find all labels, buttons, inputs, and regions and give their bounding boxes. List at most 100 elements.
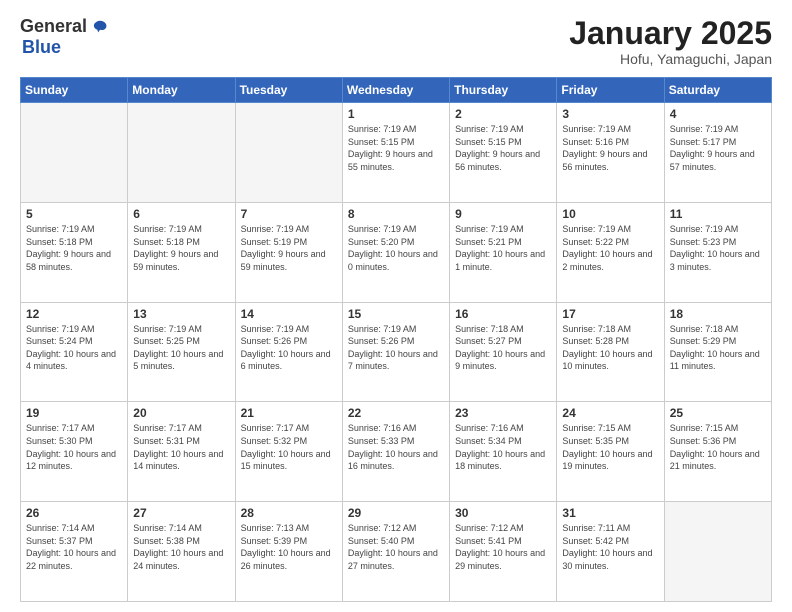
day-number: 22 xyxy=(348,406,444,420)
calendar-cell: 11 Sunrise: 7:19 AM Sunset: 5:23 PM Dayli… xyxy=(664,202,771,302)
day-number: 7 xyxy=(241,207,337,221)
logo-blue-text: Blue xyxy=(22,37,61,58)
calendar-cell: 25 Sunrise: 7:15 AM Sunset: 5:36 PM Dayli… xyxy=(664,402,771,502)
day-number: 24 xyxy=(562,406,658,420)
day-info: Sunrise: 7:15 AM Sunset: 5:35 PM Dayligh… xyxy=(562,422,658,472)
calendar-cell: 28 Sunrise: 7:13 AM Sunset: 5:39 PM Dayli… xyxy=(235,502,342,602)
calendar-cell: 20 Sunrise: 7:17 AM Sunset: 5:31 PM Dayli… xyxy=(128,402,235,502)
day-number: 19 xyxy=(26,406,122,420)
day-info: Sunrise: 7:14 AM Sunset: 5:38 PM Dayligh… xyxy=(133,522,229,572)
day-info: Sunrise: 7:19 AM Sunset: 5:15 PM Dayligh… xyxy=(348,123,444,173)
day-number: 27 xyxy=(133,506,229,520)
calendar-cell: 21 Sunrise: 7:17 AM Sunset: 5:32 PM Dayli… xyxy=(235,402,342,502)
calendar-week-row: 5Sunrise: 7:19 AM Sunset: 5:18 PM Daylig… xyxy=(21,202,772,302)
calendar-cell xyxy=(235,103,342,203)
day-number: 6 xyxy=(133,207,229,221)
logo-text: General xyxy=(20,16,109,37)
day-number: 20 xyxy=(133,406,229,420)
calendar-cell: 10 Sunrise: 7:19 AM Sunset: 5:22 PM Dayli… xyxy=(557,202,664,302)
day-number: 25 xyxy=(670,406,766,420)
day-info: Sunrise: 7:18 AM Sunset: 5:29 PM Dayligh… xyxy=(670,323,766,373)
calendar-cell: 13 Sunrise: 7:19 AM Sunset: 5:25 PM Dayli… xyxy=(128,302,235,402)
day-info: Sunrise: 7:19 AM Sunset: 5:22 PM Dayligh… xyxy=(562,223,658,273)
calendar-cell: 12 Sunrise: 7:19 AM Sunset: 5:24 PM Dayli… xyxy=(21,302,128,402)
calendar-cell: 3 Sunrise: 7:19 AM Sunset: 5:16 PM Daylig… xyxy=(557,103,664,203)
day-info: Sunrise: 7:13 AM Sunset: 5:39 PM Dayligh… xyxy=(241,522,337,572)
calendar-cell: 6 Sunrise: 7:19 AM Sunset: 5:18 PM Daylig… xyxy=(128,202,235,302)
day-info: Sunrise: 7:15 AM Sunset: 5:36 PM Dayligh… xyxy=(670,422,766,472)
day-number: 1 xyxy=(348,107,444,121)
day-number: 11 xyxy=(670,207,766,221)
calendar-cell: 18 Sunrise: 7:18 AM Sunset: 5:29 PM Dayli… xyxy=(664,302,771,402)
day-info: Sunrise: 7:16 AM Sunset: 5:34 PM Dayligh… xyxy=(455,422,551,472)
calendar-table: SundayMondayTuesdayWednesdayThursdayFrid… xyxy=(20,77,772,602)
day-info: Sunrise: 7:19 AM Sunset: 5:25 PM Dayligh… xyxy=(133,323,229,373)
day-number: 13 xyxy=(133,307,229,321)
calendar-cell: 8 Sunrise: 7:19 AM Sunset: 5:20 PM Daylig… xyxy=(342,202,449,302)
col-header-sunday: Sunday xyxy=(21,78,128,103)
calendar-week-row: 19 Sunrise: 7:17 AM Sunset: 5:30 PM Dayli… xyxy=(21,402,772,502)
calendar-week-row: 26 Sunrise: 7:14 AM Sunset: 5:37 PM Dayli… xyxy=(21,502,772,602)
col-header-monday: Monday xyxy=(128,78,235,103)
day-number: 31 xyxy=(562,506,658,520)
day-number: 8 xyxy=(348,207,444,221)
logo-bird-icon xyxy=(91,18,109,36)
day-number: 10 xyxy=(562,207,658,221)
day-info: Sunrise: 7:12 AM Sunset: 5:40 PM Dayligh… xyxy=(348,522,444,572)
calendar-cell: 14Sunrise: 7:19 AM Sunset: 5:26 PM Dayli… xyxy=(235,302,342,402)
calendar-cell: 30Sunrise: 7:12 AM Sunset: 5:41 PM Dayli… xyxy=(450,502,557,602)
logo-general-text: General xyxy=(20,16,87,37)
day-info: Sunrise: 7:17 AM Sunset: 5:30 PM Dayligh… xyxy=(26,422,122,472)
calendar-cell: 23Sunrise: 7:16 AM Sunset: 5:34 PM Dayli… xyxy=(450,402,557,502)
day-info: Sunrise: 7:19 AM Sunset: 5:19 PM Dayligh… xyxy=(241,223,337,273)
day-info: Sunrise: 7:14 AM Sunset: 5:37 PM Dayligh… xyxy=(26,522,122,572)
day-info: Sunrise: 7:19 AM Sunset: 5:15 PM Dayligh… xyxy=(455,123,551,173)
header: General Blue January 2025 Hofu, Yamaguch… xyxy=(20,16,772,67)
day-info: Sunrise: 7:19 AM Sunset: 5:26 PM Dayligh… xyxy=(241,323,337,373)
day-info: Sunrise: 7:19 AM Sunset: 5:24 PM Dayligh… xyxy=(26,323,122,373)
calendar-cell xyxy=(21,103,128,203)
day-info: Sunrise: 7:19 AM Sunset: 5:23 PM Dayligh… xyxy=(670,223,766,273)
day-info: Sunrise: 7:19 AM Sunset: 5:26 PM Dayligh… xyxy=(348,323,444,373)
calendar-cell: 22 Sunrise: 7:16 AM Sunset: 5:33 PM Dayli… xyxy=(342,402,449,502)
day-number: 21 xyxy=(241,406,337,420)
calendar-cell: 31 Sunrise: 7:11 AM Sunset: 5:42 PM Dayli… xyxy=(557,502,664,602)
day-number: 12 xyxy=(26,307,122,321)
day-number: 29 xyxy=(348,506,444,520)
calendar-cell: 16Sunrise: 7:18 AM Sunset: 5:27 PM Dayli… xyxy=(450,302,557,402)
calendar-cell: 29 Sunrise: 7:12 AM Sunset: 5:40 PM Dayli… xyxy=(342,502,449,602)
day-number: 18 xyxy=(670,307,766,321)
calendar-week-row: 1 Sunrise: 7:19 AM Sunset: 5:15 PM Daylig… xyxy=(21,103,772,203)
col-header-thursday: Thursday xyxy=(450,78,557,103)
page: General Blue January 2025 Hofu, Yamaguch… xyxy=(0,0,792,612)
day-number: 15 xyxy=(348,307,444,321)
calendar-cell: 17Sunrise: 7:18 AM Sunset: 5:28 PM Dayli… xyxy=(557,302,664,402)
calendar-cell: 24 Sunrise: 7:15 AM Sunset: 5:35 PM Dayli… xyxy=(557,402,664,502)
day-info: Sunrise: 7:19 AM Sunset: 5:18 PM Dayligh… xyxy=(133,223,229,273)
calendar-cell: 4 Sunrise: 7:19 AM Sunset: 5:17 PM Daylig… xyxy=(664,103,771,203)
day-info: Sunrise: 7:17 AM Sunset: 5:32 PM Dayligh… xyxy=(241,422,337,472)
day-number: 4 xyxy=(670,107,766,121)
calendar-cell: 19 Sunrise: 7:17 AM Sunset: 5:30 PM Dayli… xyxy=(21,402,128,502)
day-info: Sunrise: 7:19 AM Sunset: 5:16 PM Dayligh… xyxy=(562,123,658,173)
calendar-cell: 1 Sunrise: 7:19 AM Sunset: 5:15 PM Daylig… xyxy=(342,103,449,203)
day-info: Sunrise: 7:11 AM Sunset: 5:42 PM Dayligh… xyxy=(562,522,658,572)
day-number: 28 xyxy=(241,506,337,520)
title-area: January 2025 Hofu, Yamaguchi, Japan xyxy=(569,16,772,67)
month-title: January 2025 xyxy=(569,16,772,51)
calendar-cell: 5Sunrise: 7:19 AM Sunset: 5:18 PM Daylig… xyxy=(21,202,128,302)
day-info: Sunrise: 7:18 AM Sunset: 5:28 PM Dayligh… xyxy=(562,323,658,373)
calendar-cell xyxy=(128,103,235,203)
day-number: 9 xyxy=(455,207,551,221)
col-header-tuesday: Tuesday xyxy=(235,78,342,103)
day-info: Sunrise: 7:19 AM Sunset: 5:20 PM Dayligh… xyxy=(348,223,444,273)
day-number: 3 xyxy=(562,107,658,121)
logo: General Blue xyxy=(20,16,109,58)
day-number: 26 xyxy=(26,506,122,520)
day-info: Sunrise: 7:17 AM Sunset: 5:31 PM Dayligh… xyxy=(133,422,229,472)
calendar-cell: 2Sunrise: 7:19 AM Sunset: 5:15 PM Daylig… xyxy=(450,103,557,203)
calendar-cell: 15 Sunrise: 7:19 AM Sunset: 5:26 PM Dayli… xyxy=(342,302,449,402)
day-info: Sunrise: 7:19 AM Sunset: 5:17 PM Dayligh… xyxy=(670,123,766,173)
day-info: Sunrise: 7:16 AM Sunset: 5:33 PM Dayligh… xyxy=(348,422,444,472)
col-header-saturday: Saturday xyxy=(664,78,771,103)
